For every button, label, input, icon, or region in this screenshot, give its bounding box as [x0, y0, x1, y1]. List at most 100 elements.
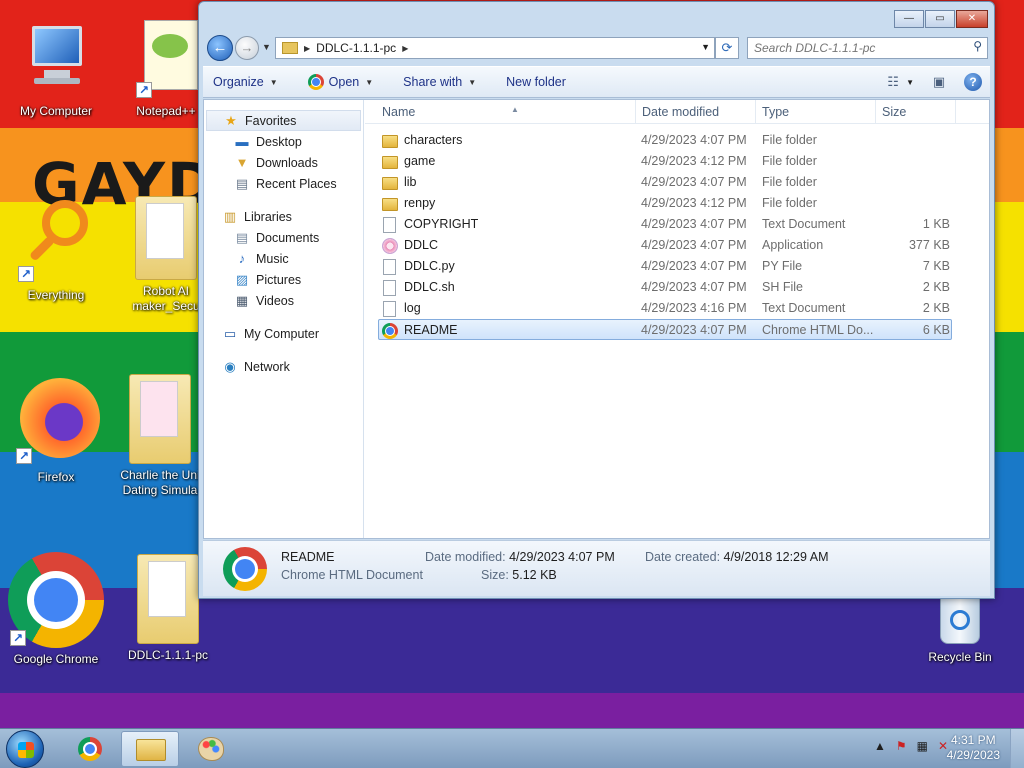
chrome-icon	[382, 322, 398, 339]
nav-label: Videos	[256, 293, 294, 308]
taskbar-chrome[interactable]	[60, 731, 118, 767]
file-date: 4/29/2023 4:07 PM	[641, 133, 747, 147]
shortcut-arrow-icon: ↗	[10, 630, 26, 646]
recent-pages-dropdown[interactable]: ▼	[262, 42, 271, 52]
window-controls: — ▭ ✕	[894, 10, 988, 28]
taskbar-explorer[interactable]	[121, 731, 179, 767]
file-row[interactable]: DDLC.sh 4/29/2023 4:07 PM SH File 2 KB	[365, 277, 989, 298]
show-desktop-button[interactable]	[1010, 729, 1024, 768]
desktop-icon-everything[interactable]: ↗ Everything	[8, 196, 104, 303]
folder-icon	[135, 196, 197, 280]
breadcrumb-folder[interactable]: DDLC-1.1.1-pc	[316, 41, 396, 55]
nav-favorites[interactable]: ★ Favorites	[206, 110, 361, 131]
nav-label: Network	[244, 359, 290, 374]
column-header-size[interactable]: Size	[876, 100, 956, 124]
search-icon[interactable]: ⚲	[973, 39, 982, 53]
close-button[interactable]: ✕	[956, 10, 988, 28]
file-rows: characters 4/29/2023 4:07 PM File folder…	[365, 130, 989, 340]
nav-my-computer[interactable]: ▭ My Computer	[204, 323, 363, 344]
explorer-window[interactable]: — ▭ ✕ ← → ▼ ▶ DDLC-1.1.1-pc ▶ ▼ ⟳ ⚲ Orga…	[198, 1, 995, 599]
desktop-icon-google-chrome[interactable]: ↗ Google Chrome	[8, 552, 104, 667]
desktop-icon-firefox[interactable]: ↗ Firefox	[8, 376, 104, 485]
notepad-plus-icon: ↗	[134, 20, 198, 100]
file-row[interactable]: game 4/29/2023 4:12 PM File folder	[365, 151, 989, 172]
file-type: File folder	[762, 154, 817, 168]
open-button[interactable]: Open ▼	[307, 74, 373, 90]
desktop-icon-charlie[interactable]: Charlie the Uni Dating Simula	[112, 374, 208, 498]
search-input[interactable]	[747, 37, 988, 59]
system-tray: ▲ ⚑ ▦ ✕	[864, 739, 948, 753]
file-name: DDLC	[404, 238, 439, 252]
clock[interactable]: 4:31 PM 4/29/2023	[947, 733, 1000, 763]
column-header-date-modified[interactable]: Date modified	[636, 100, 756, 124]
details-date-created: Date created: 4/9/2018 12:29 AM	[645, 550, 829, 564]
desktop-icon-my-computer[interactable]: My Computer	[8, 20, 104, 119]
file-name: README	[404, 323, 458, 337]
share-with-button[interactable]: Share with ▼	[403, 75, 476, 89]
file-size: 2 KB	[922, 301, 950, 315]
file-row[interactable]: characters 4/29/2023 4:07 PM File folder	[365, 130, 989, 151]
file-row[interactable]: DDLC.py 4/29/2023 4:07 PM PY File 7 KB	[365, 256, 989, 277]
recent-places-icon: ▤	[235, 175, 249, 191]
back-button[interactable]: ←	[207, 35, 233, 61]
nav-label: Documents	[256, 230, 320, 245]
file-row[interactable]: DDLC 4/29/2023 4:07 PM Application 377 K…	[365, 235, 989, 256]
file-row[interactable]: COPYRIGHT 4/29/2023 4:07 PM Text Documen…	[365, 214, 989, 235]
file-type: File folder	[762, 133, 817, 147]
desktop-icon-label: DDLC-1.1.1-pc	[127, 648, 209, 662]
new-folder-label: New folder	[506, 75, 566, 89]
address-bar[interactable]: ▶ DDLC-1.1.1-pc ▶ ▼	[275, 37, 715, 59]
file-date: 4/29/2023 4:12 PM	[641, 154, 747, 168]
pictures-icon: ▨	[235, 271, 249, 287]
file-name: DDLC.py	[404, 259, 455, 273]
forward-button[interactable]: →	[235, 36, 259, 60]
nav-desktop[interactable]: ▬ Desktop	[204, 131, 363, 152]
paint-palette-icon	[198, 737, 224, 761]
nav-recent-places[interactable]: ▤ Recent Places	[204, 173, 363, 194]
nav-network[interactable]: ◉ Network	[204, 356, 363, 377]
file-date: 4/29/2023 4:07 PM	[641, 238, 747, 252]
nav-downloads[interactable]: ▼ Downloads	[204, 152, 363, 173]
refresh-button[interactable]: ⟳	[715, 37, 739, 59]
nav-music[interactable]: ♪ Music	[204, 248, 363, 269]
details-file-name: README	[281, 550, 335, 564]
minimize-button[interactable]: —	[894, 10, 924, 28]
desktop-icon-label: Google Chrome	[13, 652, 99, 666]
column-header-type[interactable]: Type	[756, 100, 876, 124]
text-file-icon	[383, 300, 396, 317]
column-header-name[interactable]: Name ▲	[376, 100, 636, 124]
nav-documents[interactable]: ▤ Documents	[204, 227, 363, 248]
address-dropdown-icon[interactable]: ▼	[701, 42, 710, 52]
file-row[interactable]: log 4/29/2023 4:16 PM Text Document 2 KB	[365, 298, 989, 319]
file-size: 1 KB	[922, 217, 950, 231]
file-row[interactable]: renpy 4/29/2023 4:12 PM File folder	[365, 193, 989, 214]
breadcrumb-arrow-icon[interactable]: ▶	[402, 44, 408, 53]
taskbar-paint[interactable]	[182, 731, 240, 767]
action-center-icon[interactable]: ⚑	[896, 739, 907, 753]
nav-pictures[interactable]: ▨ Pictures	[204, 269, 363, 290]
folder-icon	[382, 176, 398, 190]
file-row[interactable]: lib 4/29/2023 4:07 PM File folder	[365, 172, 989, 193]
new-folder-button[interactable]: New folder	[506, 75, 566, 89]
magnifier-icon: ↗	[16, 196, 96, 284]
maximize-button[interactable]: ▭	[925, 10, 955, 28]
address-row: ← → ▼ ▶ DDLC-1.1.1-pc ▶ ▼ ⟳ ⚲	[207, 34, 988, 62]
desktop-icon-recycle-bin[interactable]: Recycle Bin	[912, 596, 1008, 665]
help-icon[interactable]: ?	[964, 73, 982, 91]
view-options-icon[interactable]: ☷	[882, 73, 904, 91]
show-hidden-icons-icon[interactable]: ▲	[874, 739, 886, 753]
file-name: renpy	[404, 196, 436, 210]
chevron-down-icon[interactable]: ▼	[906, 78, 914, 87]
breadcrumb-arrow-icon[interactable]: ▶	[304, 44, 310, 53]
nav-videos[interactable]: ▦ Videos	[204, 290, 363, 311]
details-file-type: Chrome HTML Document	[281, 568, 423, 582]
nav-libraries[interactable]: ▥ Libraries	[204, 206, 363, 227]
documents-icon: ▤	[235, 229, 249, 245]
start-button[interactable]	[6, 730, 44, 768]
preview-pane-icon[interactable]: ▣	[928, 73, 950, 91]
nav-label: Favorites	[245, 113, 297, 128]
file-date: 4/29/2023 4:16 PM	[641, 301, 747, 315]
organize-button[interactable]: Organize ▼	[213, 75, 278, 89]
network-icon[interactable]: ▦	[917, 739, 928, 753]
file-row-selected[interactable]: README 4/29/2023 4:07 PM Chrome HTML Do.…	[378, 319, 952, 340]
